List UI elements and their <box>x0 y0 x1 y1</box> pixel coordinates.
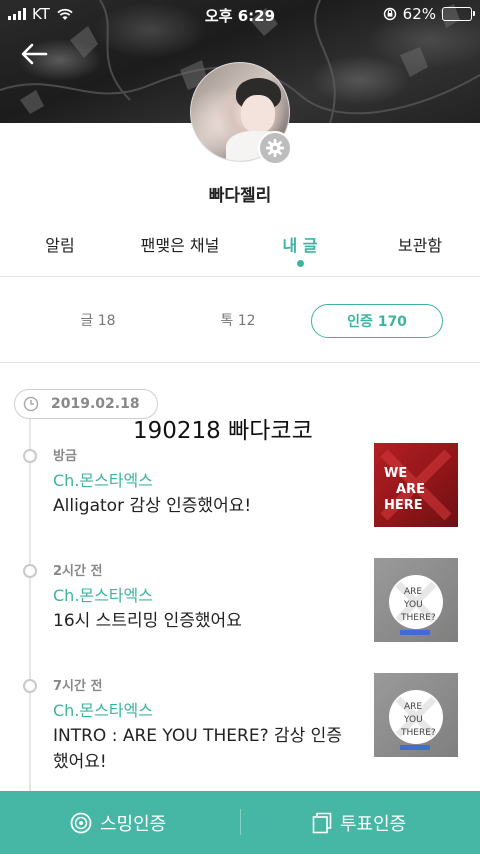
thumb-line: ARE <box>396 482 425 497</box>
post-time: 2시간 전 <box>53 564 103 579</box>
timeline-post[interactable]: 7시간 전 Ch.몬스타엑스 INTRO : ARE YOU THERE? 감상… <box>0 673 480 775</box>
post-thumbnail[interactable]: WE ARE HERE <box>374 443 458 527</box>
thumb-line: THERE? <box>400 613 436 623</box>
status-bar: KT 오후 6:29 62% <box>0 0 480 28</box>
album-cover-image: WE ARE HERE <box>380 449 452 521</box>
thumb-line: YOU <box>403 600 423 610</box>
thumb-line: ARE <box>404 702 422 712</box>
status-bar-right: 62% <box>383 5 475 23</box>
tab-fan-channels[interactable]: 팬맺은 채널 <box>125 232 235 256</box>
post-text: Alligator 감상 인증했어요! <box>53 496 252 516</box>
bottom-action-bar: 스밍인증 투표인증 <box>0 791 480 854</box>
subtab-posts[interactable]: 글 18 <box>58 304 138 338</box>
thumb-line: HERE <box>384 498 423 513</box>
timeline-post[interactable]: 방금 Ch.몬스타엑스 Alligator 감상 인증했어요! WE ARE H… <box>0 443 480 535</box>
thumb-line: WE <box>384 466 407 481</box>
streaming-verify-button[interactable]: 스밍인증 <box>70 791 166 854</box>
post-channel-link[interactable]: Ch.몬스타엑스 <box>53 582 153 606</box>
album-cover-image: ARE YOU THERE? <box>389 575 443 635</box>
thumb-line: THERE? <box>400 728 436 738</box>
timeline-node <box>23 679 37 693</box>
rotation-lock-icon <box>383 7 396 21</box>
subtabs-divider <box>0 362 480 363</box>
profile-tabs: 알림 팬맺은 채널 내 글 보관함 <box>0 226 480 276</box>
tab-archive[interactable]: 보관함 <box>385 232 455 256</box>
timeline-node <box>23 449 37 463</box>
clock-icon <box>23 396 39 412</box>
timeline-date: 2019.02.18 <box>51 396 140 412</box>
album-cover-image: ARE YOU THERE? <box>389 690 443 750</box>
timeline-post[interactable]: 2시간 전 Ch.몬스타엑스 16시 스트리밍 인증했어요 ARE YOU TH… <box>0 558 480 650</box>
tabs-divider <box>0 276 480 277</box>
vote-verify-button[interactable]: 투표인증 <box>312 791 406 854</box>
post-text: 16시 스트리밍 인증했어요 <box>53 611 242 631</box>
post-text: INTRO : ARE YOU THERE? 감상 인증했어요! <box>53 726 342 772</box>
bottom-bar-separator <box>240 809 241 835</box>
thumb-line: YOU <box>403 715 423 725</box>
vote-verify-label: 투표인증 <box>340 813 407 835</box>
battery-icon <box>442 7 475 21</box>
gear-icon <box>266 139 284 157</box>
post-time: 7시간 전 <box>53 679 103 694</box>
subtab-talk[interactable]: 톡 12 <box>198 304 278 338</box>
overlay-caption: 190218 빠다코코 <box>133 418 313 444</box>
profile-settings-button[interactable] <box>258 131 292 165</box>
thumb-line: ARE <box>404 587 422 597</box>
tab-my-posts-label: 내 글 <box>282 236 318 255</box>
streaming-verify-label: 스밍인증 <box>100 813 167 835</box>
disc-icon <box>70 812 92 833</box>
post-time: 방금 <box>53 449 77 464</box>
active-tab-indicator <box>296 260 304 267</box>
post-thumbnail[interactable]: ARE YOU THERE? <box>374 558 458 642</box>
document-icon <box>312 812 332 833</box>
arrow-left-icon[interactable] <box>18 38 50 70</box>
tab-my-posts[interactable]: 내 글 <box>268 232 332 267</box>
profile-username: 빠다젤리 <box>208 186 272 206</box>
post-channel-link[interactable]: Ch.몬스타엑스 <box>53 697 153 721</box>
timeline-node <box>23 564 37 578</box>
battery-percent: 62% <box>402 5 436 23</box>
subtab-verification[interactable]: 인증 170 <box>311 304 443 338</box>
post-channel-link[interactable]: Ch.몬스타엑스 <box>53 467 153 491</box>
post-thumbnail[interactable]: ARE YOU THERE? <box>374 673 458 757</box>
tab-notifications[interactable]: 알림 <box>30 232 90 256</box>
